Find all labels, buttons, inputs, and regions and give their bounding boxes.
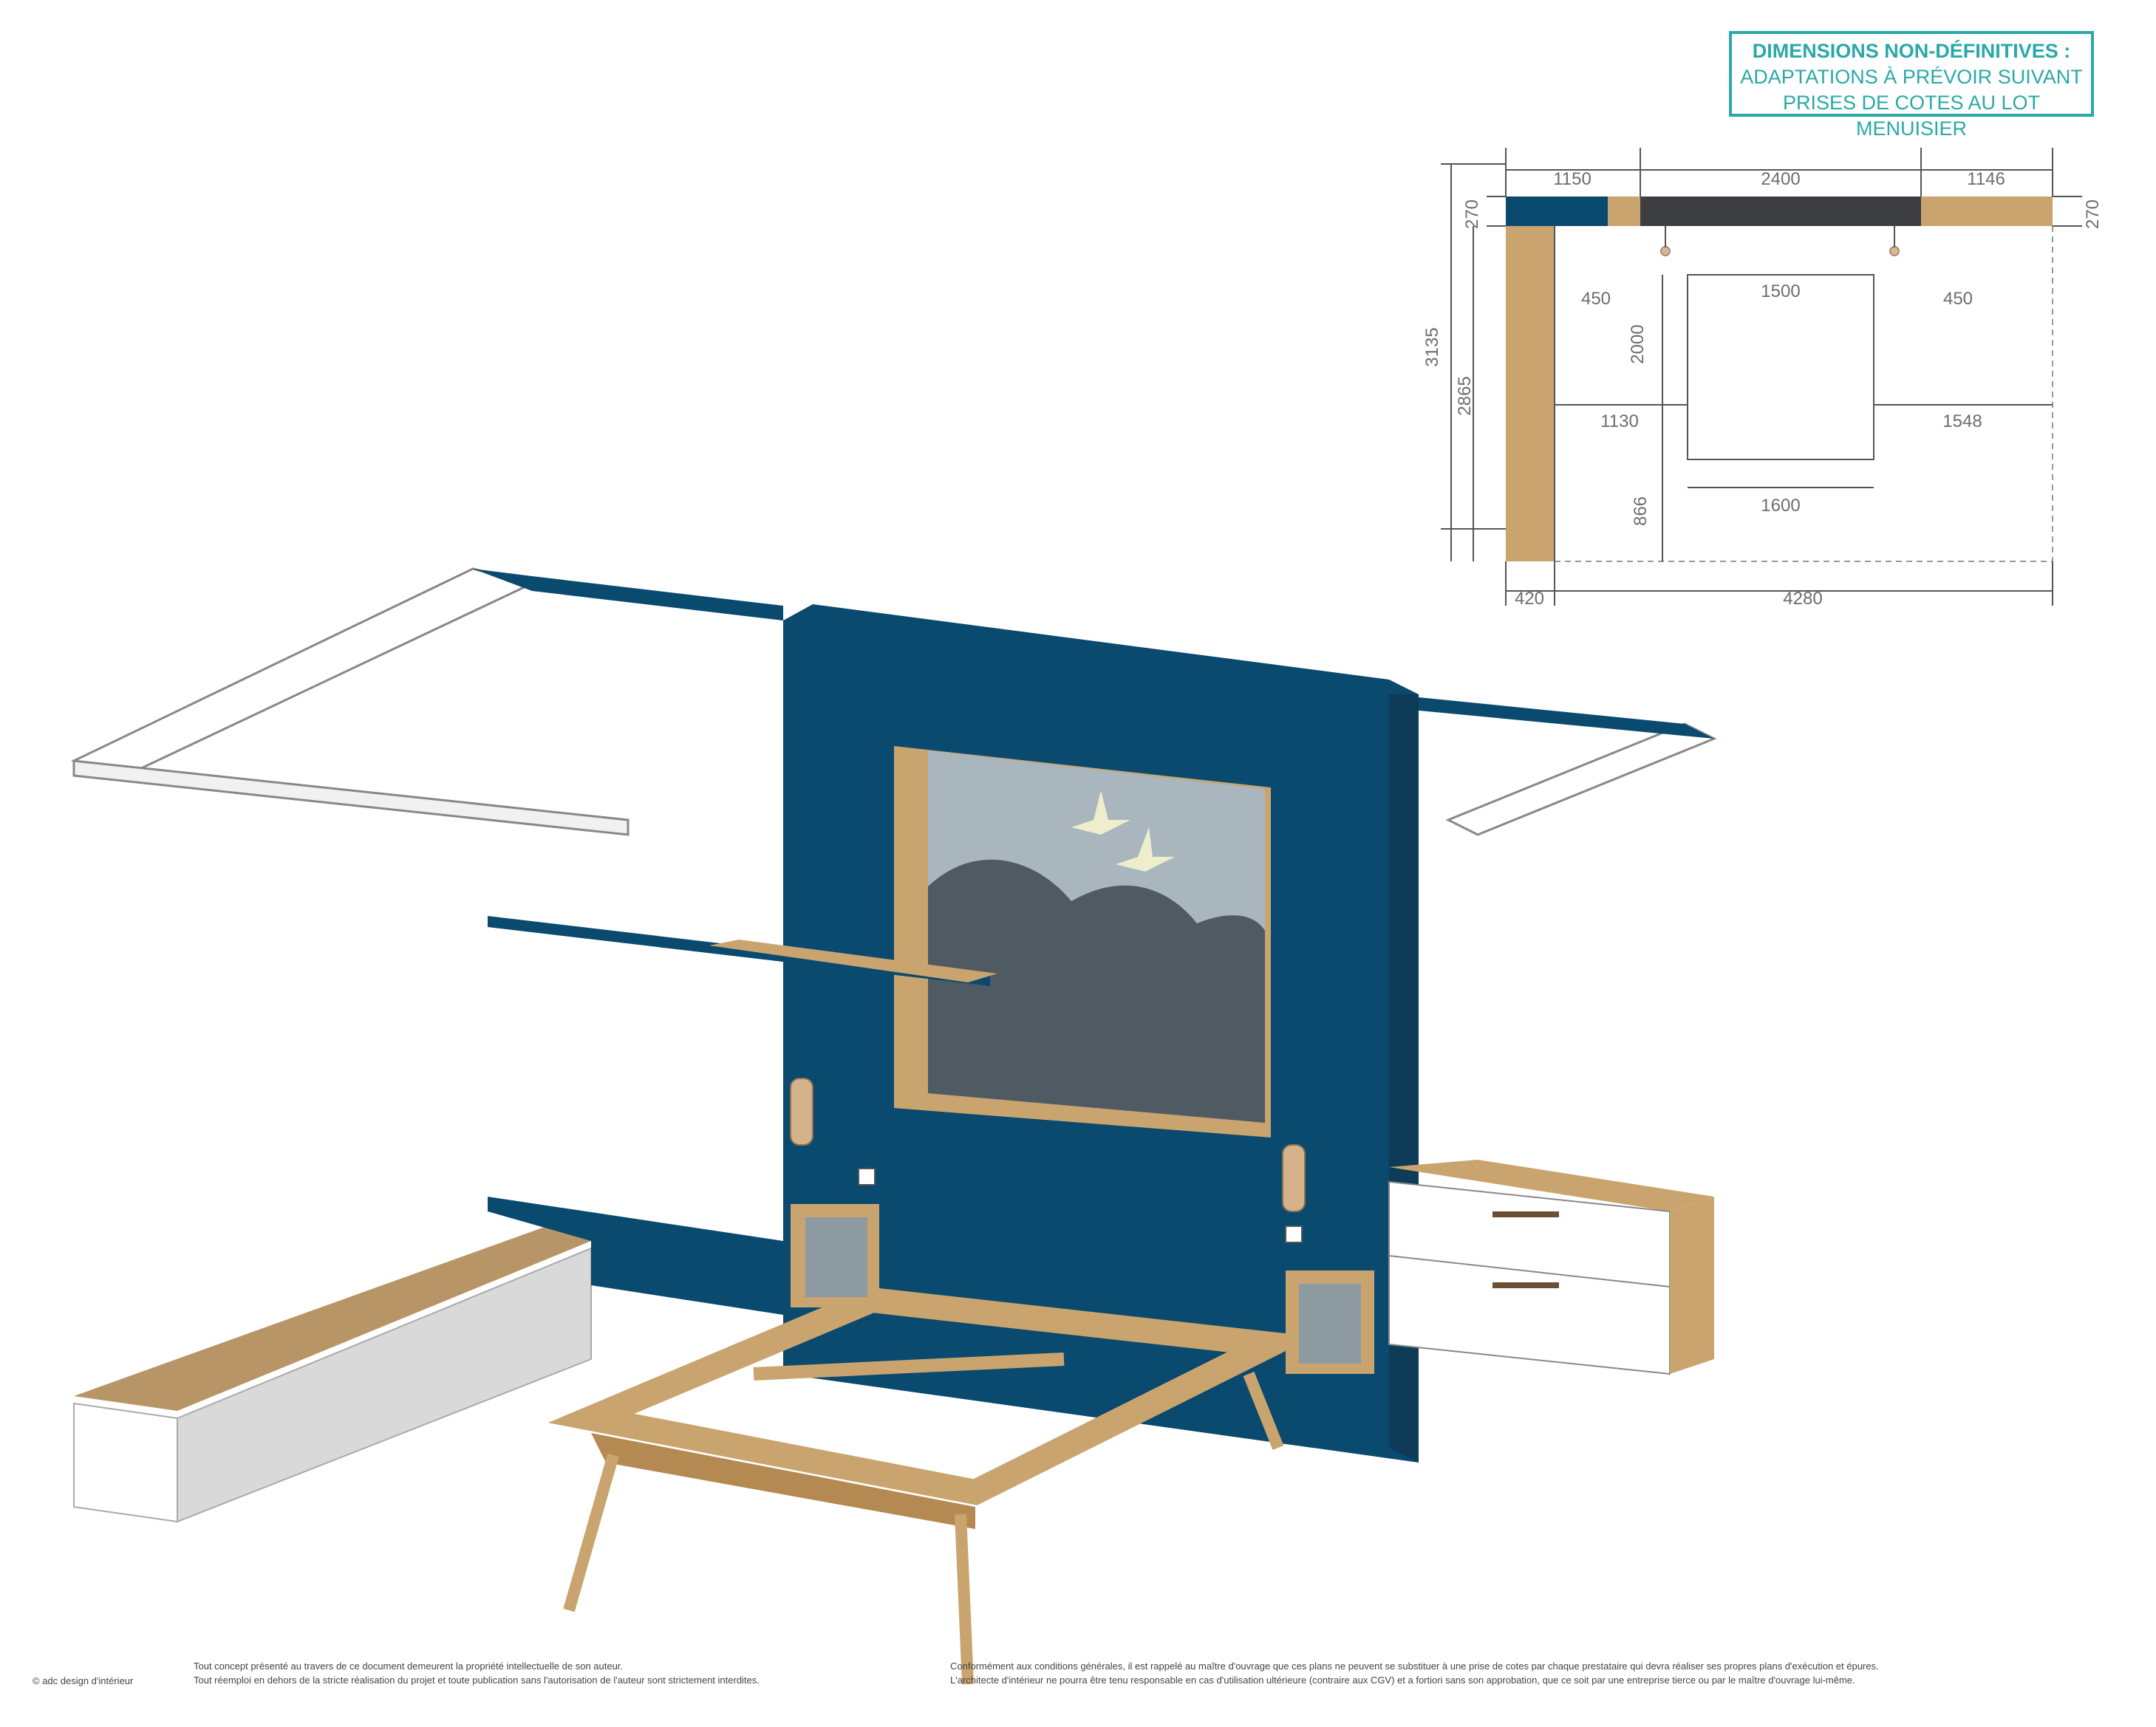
lamp-left-marker — [1660, 246, 1671, 256]
dim-left-thickness: 270 — [1462, 199, 1482, 229]
ip-line-2: Tout réemploi en dehors de la stricte ré… — [194, 1675, 760, 1686]
dim-lamp-left: 450 — [1581, 289, 1611, 309]
lamp-right-marker — [1889, 246, 1900, 256]
dim-bottom-right: 4280 — [1783, 589, 1822, 609]
dim-bed-inner-width: 1500 — [1761, 281, 1800, 301]
ceiling-frame-left — [70, 567, 536, 777]
ceiling-frame-front — [72, 759, 630, 836]
right-console-front — [1388, 1180, 1671, 1375]
page: DIMENSIONS NON-DÉFINITIVES : ADAPTATIONS… — [0, 0, 2156, 1727]
footer-ip-notice: Tout concept présenté au travers de ce d… — [194, 1659, 760, 1687]
switch-left — [858, 1168, 876, 1186]
plan-left-oak — [1506, 226, 1555, 561]
dim-front-gap: 866 — [1631, 496, 1651, 526]
ceiling-frame-right-blue — [1389, 694, 1714, 739]
footer-copyright: © adc design d'intérieur — [33, 1674, 133, 1688]
plan-top-blue — [1506, 196, 1608, 226]
ceiling-frame-blue — [473, 569, 783, 620]
left-cabinet-front — [73, 1402, 178, 1523]
plan-bed — [1687, 274, 1874, 460]
dim-top-left: 1150 — [1553, 169, 1592, 189]
dim-top-right: 1146 — [1967, 169, 2005, 189]
dim-left-inner: 2865 — [1455, 376, 1475, 415]
plan-drawing — [1441, 148, 2082, 606]
dim-side-right: 1548 — [1942, 411, 1982, 431]
lamp-left — [790, 1078, 813, 1146]
bed-leg-1 — [563, 1453, 619, 1613]
dim-top-middle: 2400 — [1761, 169, 1800, 189]
legal-line-1: Conformément aux conditions générales, i… — [950, 1661, 1879, 1672]
ceiling-frame-right — [1445, 722, 1717, 836]
plan-top-oak-left — [1608, 196, 1640, 226]
niche-right-inner — [1299, 1284, 1361, 1364]
ip-line-1: Tout concept présenté au travers de ce d… — [194, 1661, 624, 1672]
drawer-handle-bottom — [1493, 1282, 1559, 1288]
floor-plan: 1150 2400 1146 270 270 3135 2865 450 450… — [70, 148, 2103, 1685]
dim-bed-outer-width: 1600 — [1761, 496, 1800, 516]
footer-legal-notice: Conformément aux conditions générales, i… — [950, 1659, 1879, 1687]
copyright-text: © adc design d'intérieur — [33, 1675, 134, 1686]
dim-bed-length: 2000 — [1628, 324, 1648, 363]
niche-left-inner — [805, 1217, 867, 1297]
dim-bottom-left: 420 — [1515, 589, 1544, 609]
drawer-handle-top — [1493, 1211, 1559, 1217]
dim-left-total: 3135 — [1422, 327, 1442, 366]
lamp-right — [1282, 1144, 1306, 1212]
legal-line-2: L'architecte d'intérieur ne pourra être … — [950, 1675, 1855, 1686]
perspective-render — [70, 567, 1717, 1685]
right-console-side — [1670, 1197, 1714, 1374]
dim-right-thickness: 270 — [2083, 199, 2103, 229]
plan-top-oak-right — [1921, 196, 2053, 226]
dim-lamp-right: 450 — [1943, 289, 1973, 309]
plan-top-charcoal — [1640, 196, 1921, 226]
switch-right — [1285, 1225, 1303, 1243]
dim-side-left: 1130 — [1600, 411, 1639, 431]
